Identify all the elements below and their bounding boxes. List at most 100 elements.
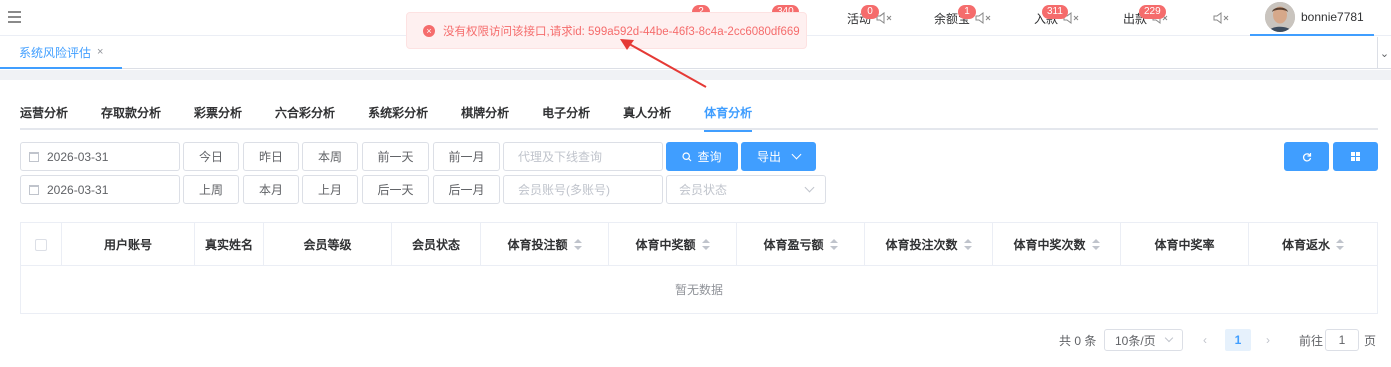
export-button[interactable]: 导出 — [741, 142, 816, 171]
tab-deposit-withdraw[interactable]: 存取款分析 — [101, 104, 161, 130]
goto-label: 前往 — [1299, 333, 1324, 348]
column-header[interactable]: 体育中奖额 — [609, 223, 737, 266]
next-page-button[interactable]: › — [1266, 329, 1270, 351]
this-month-button[interactable]: 本月 — [243, 175, 299, 204]
chevron-down-icon — [804, 182, 815, 193]
pagination-total: 共 0 条 — [1059, 333, 1097, 348]
col-real-name: 真实姓名 — [204, 238, 253, 252]
annotation-arrow — [620, 39, 707, 88]
last-week-button[interactable]: 上周 — [183, 175, 239, 204]
agent-search-input[interactable]: 代理及下线查询 — [503, 142, 663, 171]
tab-mark-six[interactable]: 六合彩分析 — [275, 104, 335, 130]
tab-system-lottery[interactable]: 系统彩分析 — [368, 104, 428, 130]
col-member-status: 会员状态 — [411, 238, 460, 252]
col-sports-bet: 体育投注额 — [507, 238, 568, 252]
tab-live[interactable]: 真人分析 — [623, 104, 671, 130]
start-date-picker[interactable]: 2026-03-31 — [20, 142, 180, 171]
data-table: 用户账号 真实姓名 会员等级 会员状态 体育投注额 体育中奖额 体育盈亏额 体育… — [20, 222, 1378, 314]
chevron-right-icon: › — [1266, 333, 1270, 347]
end-date-picker[interactable]: 2026-03-31 — [20, 175, 180, 204]
chevron-down-icon — [791, 149, 802, 160]
activity-badge: 0 — [861, 5, 879, 19]
sort-icon[interactable] — [1336, 239, 1344, 250]
column-header: 真实姓名 — [195, 223, 264, 266]
col-sports-win: 体育中奖额 — [635, 238, 696, 252]
grid-icon — [1351, 152, 1360, 161]
username: bonnie7781 — [1301, 10, 1364, 24]
chevron-down-icon[interactable]: ⌄ — [1377, 37, 1391, 69]
refresh-icon — [1302, 152, 1311, 161]
prev-page-button[interactable]: ‹ — [1203, 329, 1207, 351]
page-size-value: 10条/页 — [1115, 333, 1156, 348]
sort-icon[interactable] — [701, 239, 710, 250]
tab-operations[interactable]: 运营分析 — [20, 104, 68, 130]
tab-sports[interactable]: 体育分析 — [704, 104, 753, 132]
query-label: 查询 — [697, 150, 722, 164]
error-icon: × — [423, 24, 435, 37]
last-month-button[interactable]: 上月 — [302, 175, 358, 204]
end-date-value: 2026-03-31 — [47, 182, 109, 197]
chevron-down-icon — [1164, 333, 1174, 343]
refresh-button[interactable] — [1284, 142, 1329, 171]
goto-page-input[interactable]: 1 — [1325, 329, 1359, 351]
page-number-current[interactable]: 1 — [1225, 329, 1251, 351]
column-header: 会员等级 — [264, 223, 392, 266]
deposit-badge: 311 — [1042, 5, 1068, 19]
chevron-left-icon: ‹ — [1203, 333, 1207, 347]
member-status-placeholder: 会员状态 — [679, 183, 728, 197]
yesterday-button[interactable]: 昨日 — [243, 142, 299, 171]
column-header: 体育中奖率 — [1121, 223, 1249, 266]
header-withdraw[interactable]: 出款 229 — [1123, 0, 1169, 36]
grid-view-button[interactable] — [1333, 142, 1378, 171]
goto-value: 1 — [1325, 329, 1359, 351]
header-deposit[interactable]: 入款 311 — [1034, 0, 1080, 36]
column-header[interactable]: 体育中奖次数 — [993, 223, 1121, 266]
page-number: 1 — [1225, 329, 1251, 351]
col-sports-rebate: 体育返水 — [1281, 238, 1330, 252]
this-week-button[interactable]: 本周 — [302, 142, 358, 171]
page-size-select[interactable]: 10条/页 — [1104, 329, 1183, 351]
next-day-button[interactable]: 后一天 — [362, 175, 429, 204]
empty-state: 暂无数据 — [674, 283, 723, 297]
tab-risk-assessment[interactable]: 系统风险评估 × — [0, 37, 123, 69]
tab-lottery[interactable]: 彩票分析 — [194, 104, 242, 130]
tab-chess-cards[interactable]: 棋牌分析 — [461, 104, 509, 130]
calendar-icon — [29, 184, 39, 195]
member-account-input[interactable]: 会员账号(多账号) — [503, 175, 663, 204]
today-button[interactable]: 今日 — [183, 142, 239, 171]
tab-label: 系统风险评估 — [19, 45, 92, 60]
column-header: 会员状态 — [392, 223, 481, 266]
query-button[interactable]: 查询 — [666, 142, 738, 171]
prev-day-button[interactable]: 前一天 — [362, 142, 429, 171]
column-header: 用户账号 — [62, 223, 195, 266]
header-yuebao[interactable]: 余额宝 1 — [934, 0, 992, 36]
menu-toggle-icon[interactable] — [8, 11, 21, 23]
user-menu[interactable]: bonnie7781 — [1250, 0, 1374, 36]
column-header[interactable]: 体育投注额 — [481, 223, 609, 266]
tab-electronic[interactable]: 电子分析 — [542, 104, 590, 130]
column-header[interactable]: 体育投注次数 — [865, 223, 993, 266]
sort-icon[interactable] — [573, 239, 582, 250]
sort-icon[interactable] — [1091, 239, 1100, 250]
close-icon[interactable]: × — [97, 46, 103, 58]
calendar-icon — [29, 151, 39, 162]
header-activity[interactable]: 活动 0 — [847, 0, 893, 36]
table-header: 用户账号 真实姓名 会员等级 会员状态 体育投注额 体育中奖额 体育盈亏额 体育… — [21, 223, 1377, 266]
withdraw-badge: 229 — [1139, 5, 1166, 19]
next-month-button[interactable]: 后一月 — [433, 175, 500, 204]
column-header[interactable]: 体育返水 — [1249, 223, 1377, 266]
member-status-select[interactable]: 会员状态 — [666, 175, 826, 204]
speaker-mute-icon[interactable] — [1212, 10, 1230, 26]
prev-month-button[interactable]: 前一月 — [433, 142, 500, 171]
search-icon — [682, 151, 692, 161]
header-sound-toggle[interactable] — [1208, 0, 1230, 36]
speaker-mute-icon[interactable] — [974, 10, 992, 26]
select-all-checkbox[interactable] — [35, 238, 47, 251]
page-suffix: 页 — [1364, 333, 1377, 348]
col-member-level: 会员等级 — [303, 238, 352, 252]
column-header[interactable]: 体育盈亏额 — [737, 223, 865, 266]
sort-icon[interactable] — [829, 239, 838, 250]
start-date-value: 2026-03-31 — [47, 149, 109, 164]
select-all-cell — [21, 223, 62, 266]
sort-icon[interactable] — [963, 239, 972, 250]
